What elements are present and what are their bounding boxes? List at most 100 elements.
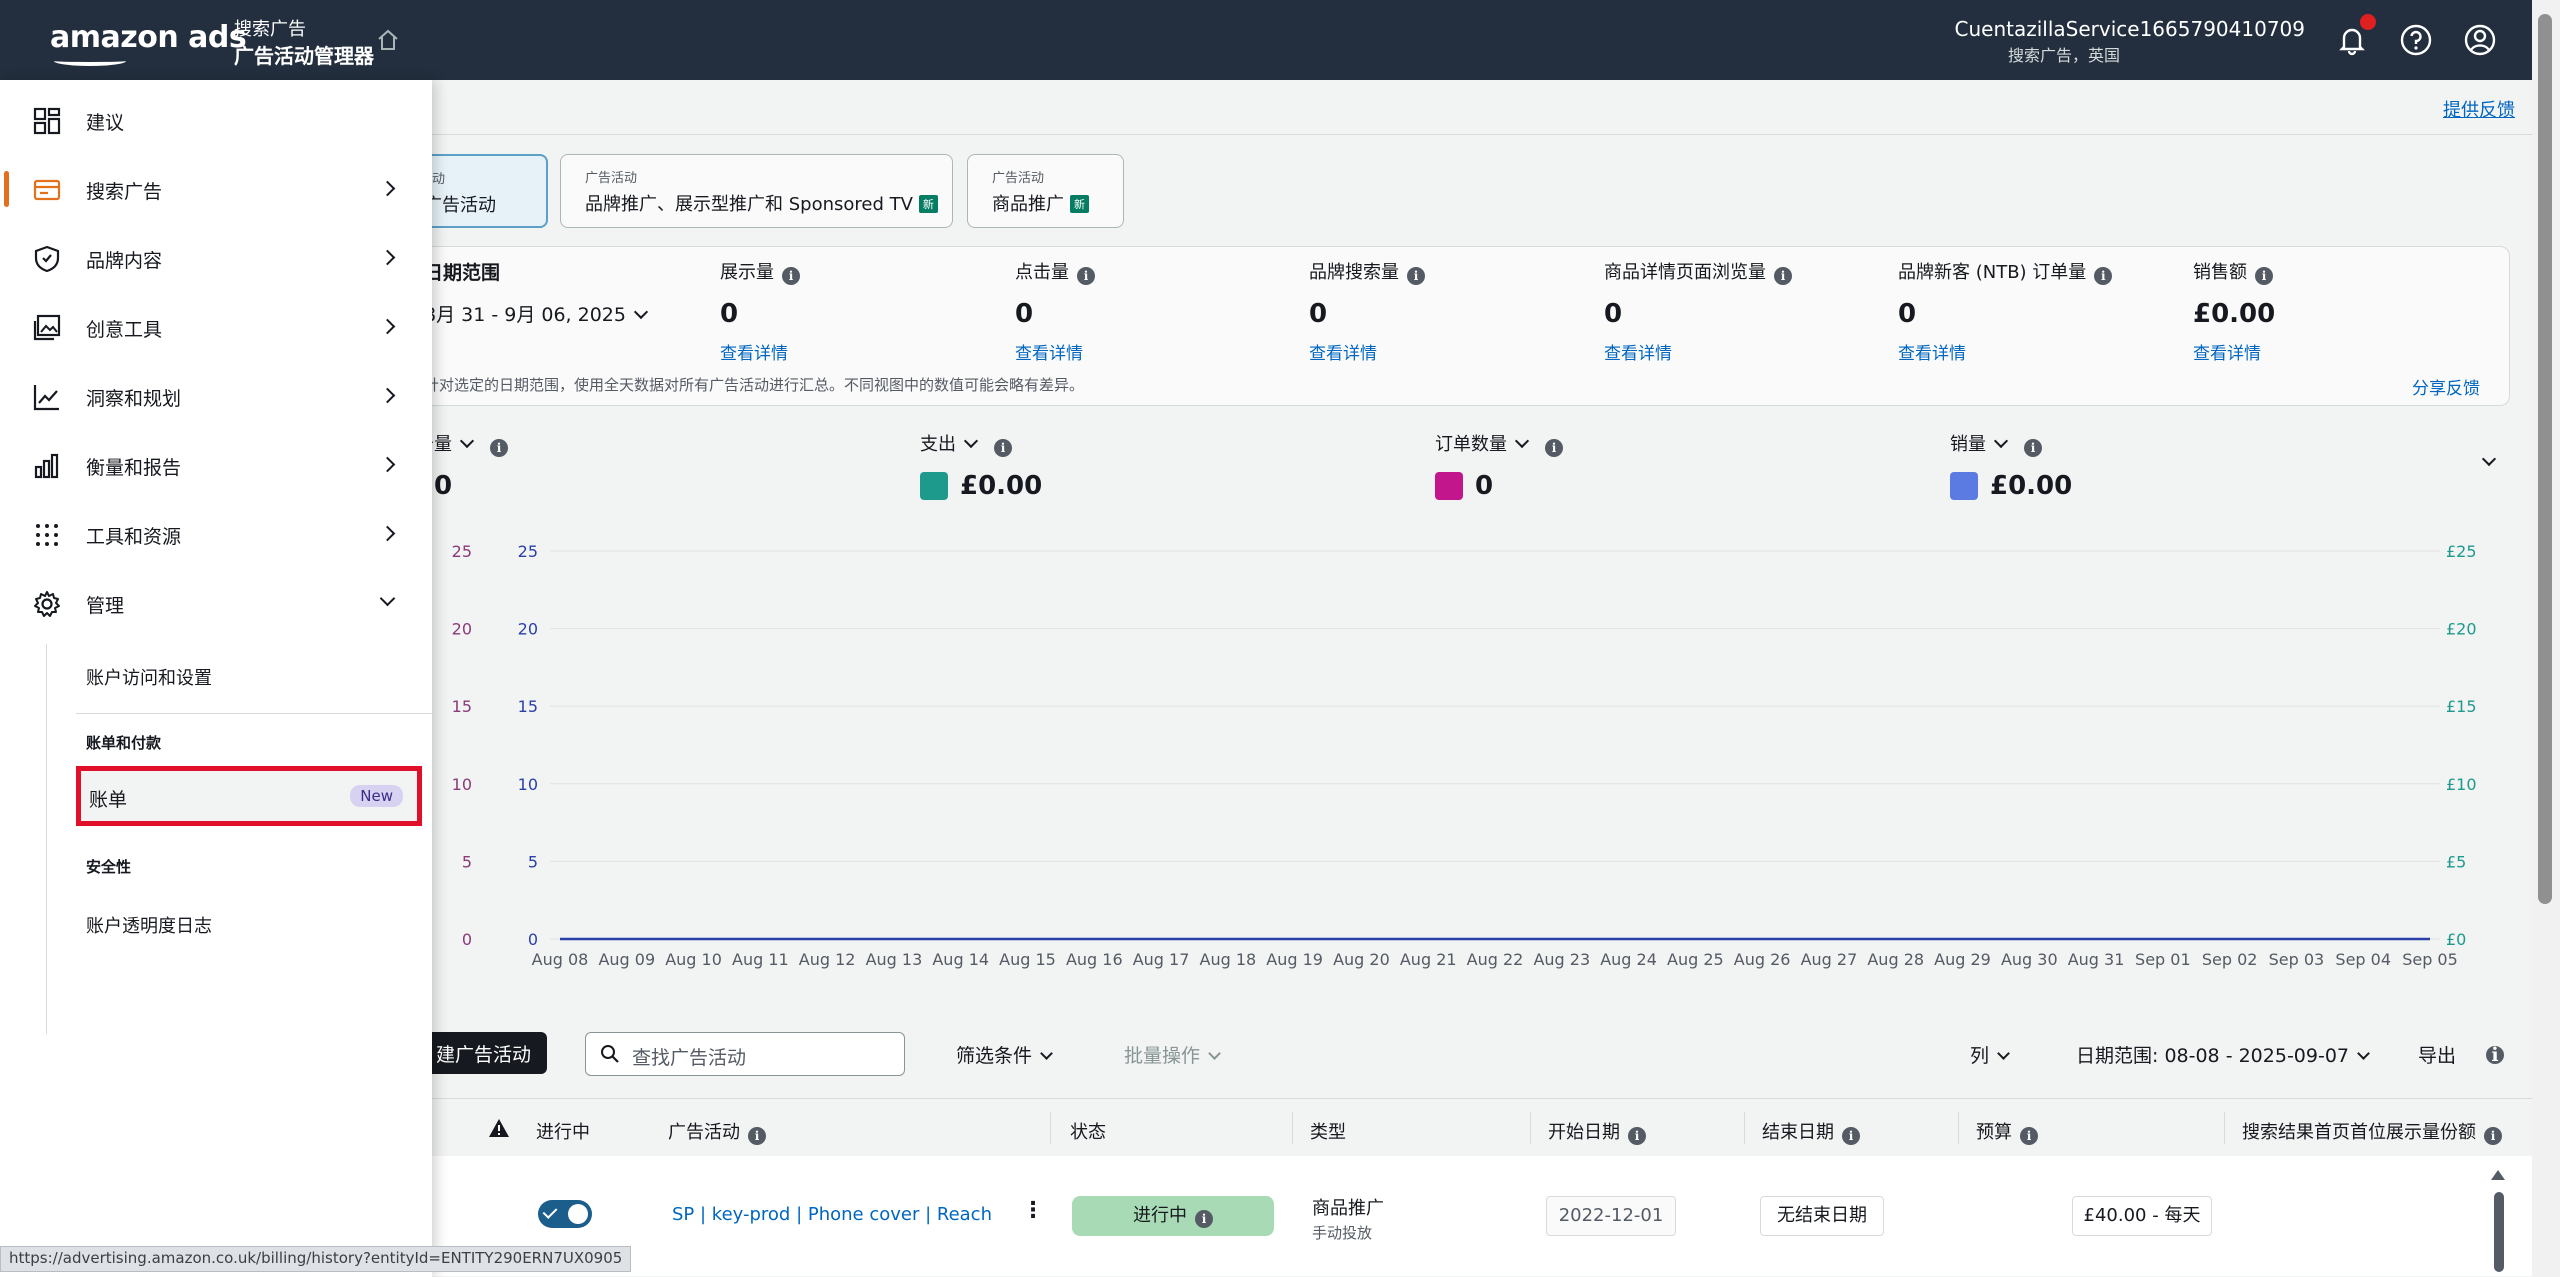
page-scrollbar[interactable] (2532, 0, 2560, 1277)
metric-details-link[interactable]: 查看详情 (1898, 339, 2112, 364)
share-feedback-link[interactable]: 分享反馈 (2412, 374, 2480, 399)
filter-dropdown[interactable]: 筛选条件 (956, 1041, 1061, 1068)
tab-sb-sd-stv[interactable]: 广告活动 品牌推广、展示型推广和 Sponsored TV 新 (560, 154, 953, 228)
sidebar-item-insights-planning[interactable]: 洞察和规划 (0, 368, 432, 424)
sidebar-sub-billing[interactable]: 账单 New (76, 766, 422, 826)
bulk-actions-dropdown[interactable]: 批量操作 (1124, 1041, 1229, 1068)
search-input[interactable]: 查找广告活动 (585, 1032, 905, 1076)
date-range-dropdown[interactable]: 8月 31 - 9月 06, 2025 (424, 300, 656, 327)
metric-label: 销售额 i (2193, 258, 2275, 285)
info-icon[interactable]: i (2020, 1127, 2038, 1145)
sidebar-sub-transparency-log[interactable]: 账户透明度日志 (86, 912, 212, 938)
info-icon[interactable]: i (2094, 267, 2113, 285)
info-icon[interactable]: i (1407, 267, 1425, 285)
x-tick-label: Aug 14 (932, 950, 989, 969)
metric-impressions: 展示量 i 0 查看详情 (720, 258, 800, 364)
legend-orders[interactable]: 订单数量 i 0 (1435, 430, 1563, 501)
x-tick-label: Aug 20 (1333, 950, 1390, 969)
columns-dropdown[interactable]: 列 (1970, 1041, 2018, 1068)
info-icon[interactable]: i (782, 267, 800, 285)
th-top-of-search-is[interactable]: 搜索结果首页首位展示量份额 i (2242, 1118, 2502, 1145)
info-icon[interactable]: i (2255, 267, 2273, 285)
top-bar: amazon ads 搜索广告 广告活动管理器 CuentazillaServi… (0, 0, 2560, 80)
grid-dots-icon (36, 524, 58, 546)
chevron-down-icon (633, 304, 649, 320)
campaign-name-link[interactable]: SP | key-prod | Phone cover | Reach (672, 1204, 992, 1225)
legend-name: 订单数量 (1435, 434, 1507, 455)
x-tick-label: Aug 09 (598, 950, 655, 969)
chevron-right-icon (379, 318, 396, 335)
account-name[interactable]: CuentazillaService1665790410709 (1955, 17, 2305, 41)
th-active[interactable]: 进行中 (536, 1118, 590, 1144)
sidebar-item-label: 衡量和报告 (86, 457, 182, 479)
th-status[interactable]: 状态 (1070, 1118, 1106, 1144)
user-icon[interactable] (2462, 22, 2498, 58)
th-end-date[interactable]: 结束日期 i (1762, 1118, 1860, 1145)
sidebar-item-brand-content[interactable]: 品牌内容 (0, 230, 432, 286)
info-icon[interactable]: i (1545, 439, 1563, 457)
sidebar-item-admin[interactable]: 管理 (0, 575, 432, 631)
column-separator (2224, 1112, 2225, 1144)
info-icon[interactable]: i (1077, 267, 1095, 285)
collapse-chart-chevron-icon[interactable] (2481, 451, 2497, 467)
column-separator (1744, 1112, 1745, 1144)
info-icon[interactable]: i (1842, 1127, 1860, 1145)
sidebar-item-label: 搜索广告 (86, 181, 163, 203)
metric-label-text: 商品详情页面浏览量 (1604, 262, 1766, 283)
campaign-active-toggle[interactable] (538, 1200, 592, 1228)
legend-metric-selector[interactable]: 支出 i (920, 430, 1042, 457)
info-icon[interactable]: i (490, 439, 508, 457)
legend-sales[interactable]: 销量 i £0.00 (1950, 430, 2072, 501)
metric-details-link[interactable]: 查看详情 (1309, 339, 1425, 364)
sidebar-item-recommendations[interactable]: 建议 (0, 92, 432, 148)
chevron-down-icon (1208, 1047, 1221, 1060)
sidebar-item-label: 创意工具 (86, 319, 163, 341)
th-campaign[interactable]: 广告活动 i (668, 1118, 766, 1145)
budget-field[interactable]: £40.00 - 每天 (2072, 1196, 2212, 1236)
sidebar-item-sponsored-ads[interactable]: 搜索广告 (0, 161, 432, 217)
legend-metric-selector[interactable]: 订单数量 i (1435, 430, 1563, 457)
page-scrollbar-thumb[interactable] (2538, 14, 2552, 904)
table-scroll-up-icon[interactable] (2491, 1170, 2505, 1180)
sidebar-sub-account-access[interactable]: 账户访问和设置 (86, 664, 212, 690)
th-type[interactable]: 类型 (1310, 1118, 1346, 1144)
legend-spend[interactable]: 支出 i £0.00 (920, 430, 1042, 501)
info-icon[interactable]: i (1195, 1210, 1213, 1228)
metric-details-link[interactable]: 查看详情 (1015, 339, 1095, 364)
table-date-range-dropdown[interactable]: 日期范围: 08-08 - 2025-09-07 (2076, 1041, 2378, 1068)
chevron-down-icon (379, 590, 396, 607)
info-icon[interactable]: i (748, 1127, 766, 1145)
th-start-date[interactable]: 开始日期 i (1548, 1118, 1646, 1145)
sidebar-item-measurement-reporting[interactable]: 衡量和报告 (0, 437, 432, 493)
info-icon[interactable]: i (2486, 1046, 2504, 1065)
info-icon[interactable]: i (1628, 1127, 1646, 1145)
info-icon[interactable]: i (2024, 439, 2042, 457)
table-scrollbar-thumb[interactable] (2494, 1192, 2504, 1272)
metric-details-link[interactable]: 查看详情 (720, 339, 800, 364)
metric-details-link[interactable]: 查看详情 (1604, 339, 1792, 364)
th-budget[interactable]: 预算 i (1976, 1118, 2038, 1145)
tab-sponsored-products[interactable]: 广告活动 商品推广新 (967, 154, 1124, 228)
sidebar-item-tools-resources[interactable]: 工具和资源 (0, 506, 432, 562)
create-campaign-button[interactable]: 建广告活动 (420, 1032, 548, 1074)
search-placeholder: 查找广告活动 (632, 1047, 747, 1069)
legend-value-row: £0.00 (1950, 471, 2072, 501)
help-icon[interactable] (2398, 22, 2434, 58)
metric-dpv: 商品详情页面浏览量 i 0 查看详情 (1604, 258, 1792, 364)
info-icon[interactable]: i (1774, 267, 1792, 285)
more-actions-icon[interactable]: ⋮ (1022, 1198, 1044, 1223)
info-icon[interactable]: i (994, 439, 1012, 457)
y-tick-label-right-1: £20 (2446, 620, 2477, 639)
legend-metric-selector[interactable]: 销量 i (1950, 430, 2072, 457)
metric-details-link[interactable]: 查看详情 (2193, 339, 2275, 364)
home-icon[interactable] (376, 28, 400, 52)
sidebar-item-creative-tools[interactable]: 创意工具 (0, 299, 432, 355)
amazon-ads-logo[interactable]: amazon ads (50, 20, 247, 55)
y-tick-label-right-1: £0 (2446, 930, 2466, 949)
start-date-field[interactable]: 2022-12-01 (1546, 1196, 1676, 1236)
export-button[interactable]: 导出 (2418, 1041, 2456, 1068)
info-icon[interactable]: i (2484, 1127, 2502, 1145)
feedback-link[interactable]: 提供反馈 (2443, 96, 2515, 122)
x-tick-label: Aug 30 (2001, 950, 2058, 969)
end-date-field[interactable]: 无结束日期 (1760, 1196, 1884, 1236)
